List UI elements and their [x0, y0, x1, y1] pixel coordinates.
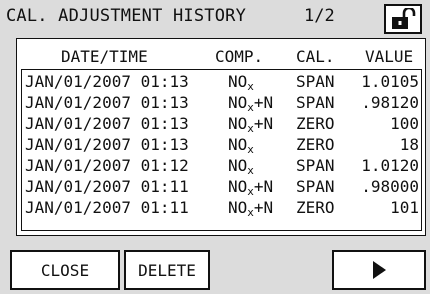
cell-cal: ZERO — [296, 198, 335, 217]
cell-value: 18 — [399, 135, 419, 154]
cell-comp: NOx+N — [228, 177, 274, 198]
history-list[interactable]: JAN/01/2007 01:13 NOx SPAN 1.0105 JAN/01… — [21, 69, 422, 231]
page-title: CAL. ADJUSTMENT HISTORY — [6, 6, 247, 26]
table-row[interactable]: JAN/01/2007 01:11 NOx+N ZERO 101 — [22, 197, 421, 219]
cell-cal: ZERO — [296, 114, 335, 133]
cell-cal: SPAN — [296, 72, 335, 91]
play-right-arrow-icon — [373, 261, 386, 279]
cell-cal: SPAN — [296, 156, 335, 175]
cell-datetime: JAN/01/2007 01:11 — [25, 177, 189, 196]
cell-value: 100 — [390, 114, 419, 133]
cell-value: .98000 — [361, 177, 419, 196]
cell-comp: NOx+N — [228, 93, 274, 114]
next-page-button[interactable] — [332, 250, 426, 290]
col-header-datetime: DATE/TIME — [61, 47, 148, 66]
table-row[interactable]: JAN/01/2007 01:13 NOx ZERO 18 — [22, 134, 421, 156]
table-row[interactable]: JAN/01/2007 01:13 NOx SPAN 1.0105 — [22, 71, 421, 93]
table-row[interactable]: JAN/01/2007 01:13 NOx+N SPAN .98120 — [22, 92, 421, 114]
cell-cal: ZERO — [296, 135, 335, 154]
lock-button[interactable] — [384, 4, 422, 34]
cell-comp: NOx+N — [228, 198, 274, 219]
delete-button[interactable]: DELETE — [124, 250, 210, 290]
col-header-comp: COMP. — [215, 47, 264, 66]
cell-datetime: JAN/01/2007 01:13 — [25, 93, 189, 112]
cell-datetime: JAN/01/2007 01:13 — [25, 72, 189, 91]
cell-cal: SPAN — [296, 177, 335, 196]
cell-comp: NOx — [228, 72, 254, 93]
col-header-value: VALUE — [365, 47, 414, 66]
unlocked-padlock-icon — [392, 8, 416, 29]
cell-comp: NOx+N — [228, 114, 274, 135]
table-row[interactable]: JAN/01/2007 01:13 NOx+N ZERO 100 — [22, 113, 421, 135]
page-indicator: 1/2 — [304, 6, 335, 26]
cell-comp: NOx — [228, 135, 254, 156]
close-button[interactable]: CLOSE — [10, 250, 120, 290]
cell-value: .98120 — [361, 93, 419, 112]
cell-cal: SPAN — [296, 93, 335, 112]
cell-datetime: JAN/01/2007 01:13 — [25, 114, 189, 133]
cell-value: 1.0105 — [361, 72, 419, 91]
cell-value: 101 — [390, 198, 419, 217]
cell-datetime: JAN/01/2007 01:12 — [25, 156, 189, 175]
table-row[interactable]: JAN/01/2007 01:12 NOx SPAN 1.0120 — [22, 155, 421, 177]
cell-datetime: JAN/01/2007 01:11 — [25, 198, 189, 217]
cell-datetime: JAN/01/2007 01:13 — [25, 135, 189, 154]
history-panel: DATE/TIME COMP. CAL. VALUE JAN/01/2007 0… — [16, 38, 426, 236]
table-row[interactable]: JAN/01/2007 01:11 NOx+N SPAN .98000 — [22, 176, 421, 198]
cell-value: 1.0120 — [361, 156, 419, 175]
cell-comp: NOx — [228, 156, 254, 177]
col-header-cal: CAL. — [296, 47, 335, 66]
